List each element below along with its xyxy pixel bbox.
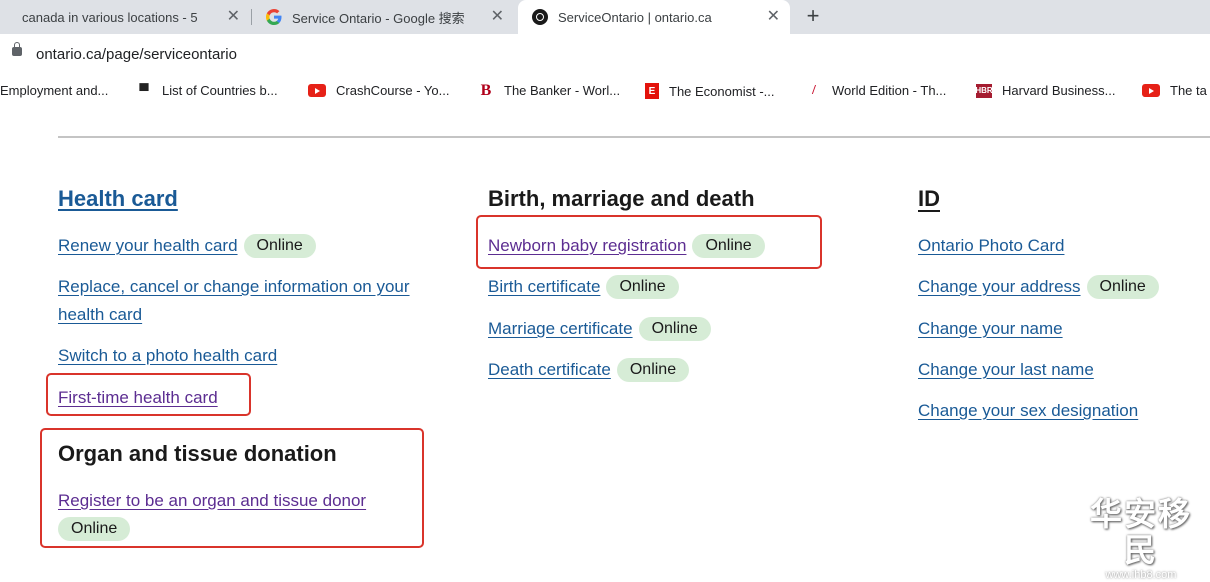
economist-icon: E [645,83,659,99]
browser-tab-serviceontario[interactable]: ServiceOntario | ontario.ca ✕ [518,0,790,34]
google-g-icon [266,9,282,25]
flag-icon: ▀ [139,83,149,98]
highlight-box [46,373,251,416]
banker-icon: B [480,81,492,99]
tab-title: canada in various locations - 5 [22,9,198,25]
change-sex-designation-link[interactable]: Change your sex designation [918,401,1138,420]
browser-tab-canada[interactable]: canada in various locations - 5 ✕ [0,0,250,34]
bookmark-the-economist[interactable]: E The Economist -... [645,83,774,99]
ft-icon: / [812,82,816,98]
bookmarks-bar: Employment and... ▀ List of Countries b.… [0,78,1210,106]
bookmark-label: The Banker - Worl... [504,83,621,98]
change-last-name-link[interactable]: Change your last name [918,360,1094,379]
bookmark-list-of-countries[interactable]: ▀ List of Countries b... [136,83,278,98]
marriage-certificate-link[interactable]: Marriage certificate [488,319,633,338]
link-line: health card [58,305,143,324]
watermark-url: www.ihb8.com [1105,569,1177,581]
bookmark-label: Harvard Business... [1002,83,1116,98]
tab-title: ServiceOntario | ontario.ca [558,9,712,25]
bookmark-label: World Edition - Th... [832,83,947,98]
tab-title: Service Ontario - Google 搜索 [292,10,465,26]
bookmark-crashcourse[interactable]: CrashCourse - Yo... [308,83,449,98]
renew-health-card-link[interactable]: Renew your health card [58,236,238,255]
id-column: ID [918,184,1208,214]
ontario-photo-card-link[interactable]: Ontario Photo Card [918,236,1064,255]
tab-close-icon[interactable]: ✕ [767,8,780,26]
birth-marriage-death-column: Birth, marriage and death [488,184,888,214]
switch-photo-health-card-link[interactable]: Switch to a photo health card [58,346,277,365]
link-line: Replace, cancel or change information on… [58,277,410,296]
death-certificate-link[interactable]: Death certificate [488,360,611,379]
change-last-name-item: Change your last name [918,356,1094,384]
bookmark-harvard-business[interactable]: HBR Harvard Business... [975,83,1116,98]
bookmark-world-edition[interactable]: / World Edition - Th... [806,82,947,99]
online-badge: Online [606,275,679,299]
change-name-item: Change your name [918,315,1063,343]
bookmark-the-ta[interactable]: The ta [1142,83,1207,98]
online-badge: Online [243,234,316,258]
renew-health-card-item: Renew your health card Online [58,232,316,260]
browser-tab-google-search[interactable]: Service Ontario - Google 搜索 ✕ [252,0,514,34]
bookmark-label: List of Countries b... [162,83,278,98]
online-badge: Online [616,358,690,382]
url-text[interactable]: ontario.ca/page/serviceontario [36,46,237,63]
change-address-item: Change your address Online [918,273,1159,301]
browser-tab-strip: canada in various locations - 5 ✕ Servic… [0,0,1210,34]
ontario-photo-card-item: Ontario Photo Card [918,232,1064,260]
watermark: 华安移民 www.ihb8.com [1076,496,1206,581]
death-certificate-item: Death certificate Online [488,356,690,384]
change-address-link[interactable]: Change your address [918,277,1081,296]
online-badge: Online [638,317,711,341]
watermark-text: 华安移民 [1089,495,1192,569]
birth-certificate-item: Birth certificate Online [488,273,679,301]
replace-health-card-item: Replace, cancel or change information on… [58,273,458,329]
tab-close-icon[interactable]: ✕ [227,8,240,26]
highlight-box [40,428,424,548]
change-name-link[interactable]: Change your name [918,319,1063,338]
bookmark-employment[interactable]: Employment and... [0,83,108,98]
hbr-icon: HBR [975,83,993,98]
id-heading: ID [918,186,940,211]
youtube-icon [308,84,326,97]
bookmark-label: The Economist -... [669,83,775,99]
birth-marriage-death-heading: Birth, marriage and death [488,186,755,211]
bookmark-the-banker[interactable]: B The Banker - Worl... [478,81,621,99]
section-divider [58,136,1210,138]
youtube-icon [1142,84,1160,97]
ontario-logo-icon [532,9,548,25]
replace-health-card-link[interactable]: Replace, cancel or change information on… [58,277,410,324]
change-sex-designation-item: Change your sex designation [918,397,1138,425]
health-card-column: Health card [58,184,458,214]
address-bar[interactable]: ontario.ca/page/serviceontario [0,34,1210,74]
health-card-heading[interactable]: Health card [58,184,458,214]
tab-close-icon[interactable]: ✕ [491,8,504,26]
lock-icon[interactable] [12,42,22,56]
bookmark-label: Employment and... [0,83,109,98]
switch-photo-health-card-item: Switch to a photo health card [58,342,277,370]
highlight-box [476,215,822,269]
online-badge: Online [1086,275,1159,299]
bookmark-label: CrashCourse - Yo... [336,83,450,98]
marriage-certificate-item: Marriage certificate Online [488,315,711,343]
new-tab-plus-icon[interactable]: + [800,3,826,29]
bookmark-label: The ta [1170,83,1207,98]
birth-certificate-link[interactable]: Birth certificate [488,277,600,296]
